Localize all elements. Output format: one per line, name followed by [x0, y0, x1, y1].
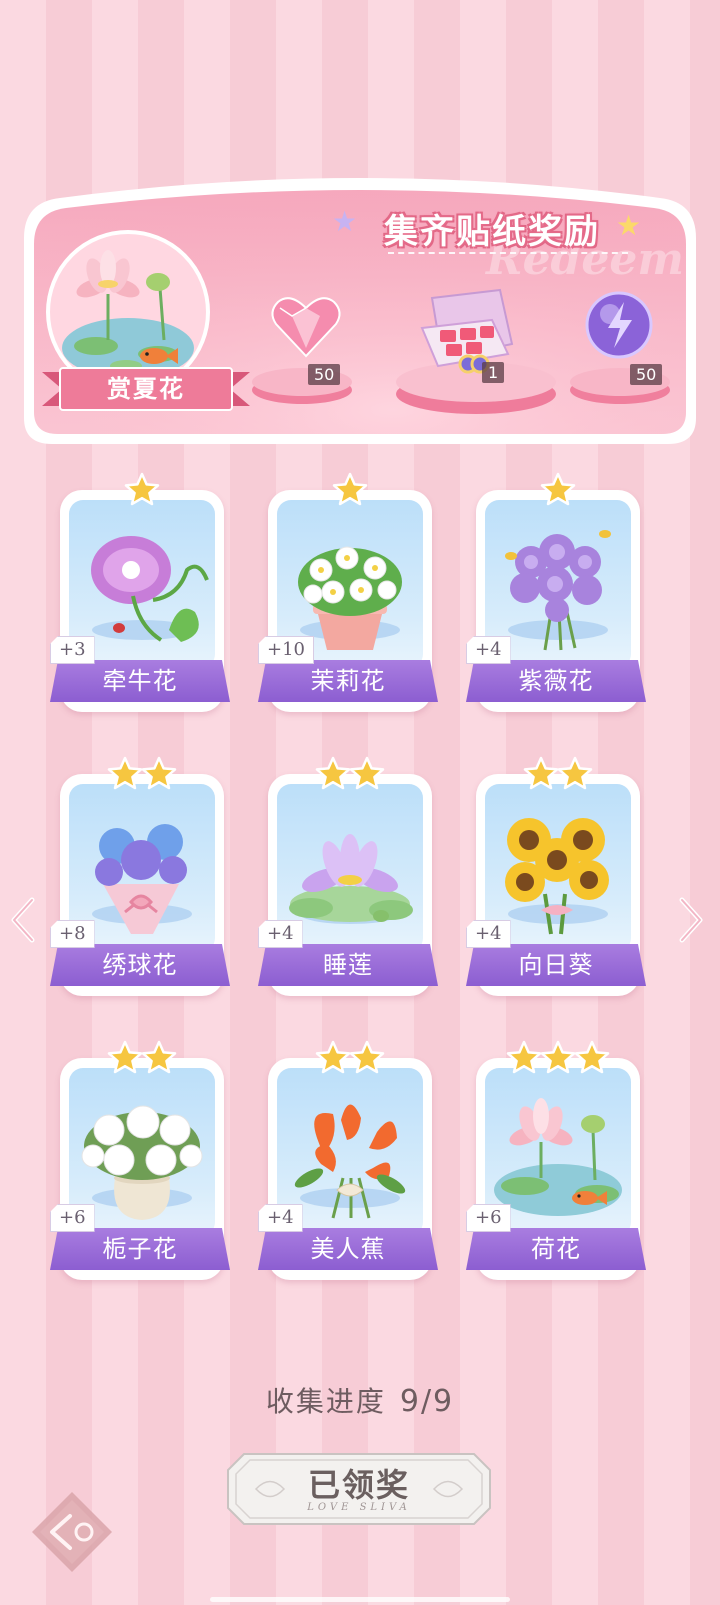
redeem-panel: ★ ★ Redeem 集齐贴纸奖励 赏夏花 50 1 50: [16, 168, 704, 454]
star-rating: [56, 1040, 228, 1074]
flower-card[interactable]: 紫薇花 +4: [466, 472, 648, 714]
bonus-badge: +4: [258, 920, 303, 948]
flower-name: 睡莲: [323, 951, 373, 979]
star-rating: [472, 1040, 644, 1074]
claimed-sub-label: LOVE SLIVA: [307, 1502, 411, 1513]
reward-count: 1: [482, 362, 505, 383]
bonus-badge: +4: [258, 1204, 303, 1232]
bonus-badge: +4: [466, 636, 511, 664]
theme-label: 赏夏花: [107, 374, 185, 403]
star-rating: [56, 756, 228, 790]
bonus-badge: +3: [50, 636, 95, 664]
star-rating: [264, 472, 436, 506]
flower-card[interactable]: 牵牛花 +3: [50, 472, 232, 714]
home-indicator: [210, 1597, 510, 1602]
collection-progress: 收集进度 9/9: [0, 1380, 720, 1420]
flower-name: 向日葵: [518, 951, 594, 979]
flower-card[interactable]: 睡莲 +4: [258, 756, 440, 998]
flower-card[interactable]: 荷花 +6: [466, 1040, 648, 1282]
reward-heart-gem[interactable]: 50: [266, 286, 346, 385]
flower-card[interactable]: 美人蕉 +4: [258, 1040, 440, 1282]
star-rating: [264, 756, 436, 790]
progress-label: 收集进度: [265, 1385, 386, 1418]
reward-gift-box[interactable]: 1: [412, 284, 522, 384]
flower-name: 美人蕉: [310, 1235, 386, 1263]
flower-name: 绣球花: [102, 951, 178, 979]
flower-card[interactable]: 绣球花 +8: [50, 756, 232, 998]
bonus-badge: +6: [50, 1204, 95, 1232]
star-rating: [56, 472, 228, 506]
gift-box-icon: [420, 288, 514, 374]
flower-name: 栀子花: [102, 1235, 178, 1263]
pink-heart-gem-icon: [271, 297, 341, 358]
bonus-badge: +10: [258, 636, 314, 664]
claimed-button[interactable]: 已领奖 LOVE SLIVA: [226, 1452, 492, 1526]
star-rating: [472, 756, 644, 790]
progress-value: 9/9: [399, 1384, 455, 1419]
panel-title: 集齐贴纸奖励: [384, 212, 600, 252]
reward-count: 50: [308, 364, 341, 385]
back-button[interactable]: [30, 1490, 114, 1574]
flower-name: 紫薇花: [518, 667, 594, 695]
next-page-arrow-icon[interactable]: [676, 896, 706, 944]
star-rating: [472, 472, 644, 506]
title-underline: [388, 252, 628, 254]
flower-name: 荷花: [531, 1235, 581, 1263]
star-rating: [264, 1040, 436, 1074]
purple-energy-orb-icon: [585, 291, 653, 359]
flower-card[interactable]: 茉莉花 +10: [258, 472, 440, 714]
reward-energy-orb[interactable]: 50: [582, 288, 663, 385]
purple-star-icon: ★: [332, 205, 358, 238]
claimed-label: 已领奖: [307, 1466, 410, 1504]
bonus-badge: +4: [466, 920, 511, 948]
flower-card[interactable]: 栀子花 +6: [50, 1040, 232, 1282]
flower-name: 牵牛花: [102, 667, 178, 695]
reward-count: 50: [630, 364, 663, 385]
flower-name: 茉莉花: [310, 667, 386, 695]
previous-page-arrow-icon[interactable]: [8, 896, 38, 944]
bonus-badge: +8: [50, 920, 95, 948]
flower-card[interactable]: 向日葵 +4: [466, 756, 648, 998]
bonus-badge: +6: [466, 1204, 511, 1232]
